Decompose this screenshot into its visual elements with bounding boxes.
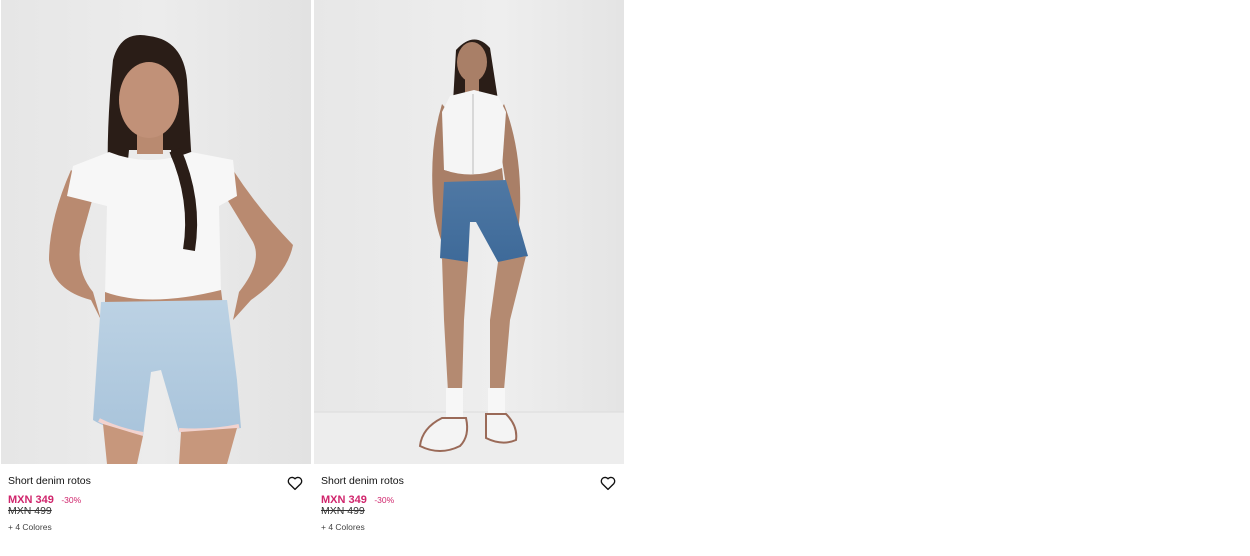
original-price: MXN 499 xyxy=(8,505,52,517)
original-price: MXN 499 xyxy=(321,505,365,517)
product-name[interactable]: Short denim rotos xyxy=(321,475,404,488)
product-card[interactable]: Short denim rotos MXN 349 -30% MXN 499 +… xyxy=(1,0,311,556)
more-colors-label[interactable]: + 4 Colores xyxy=(8,522,52,533)
more-colors-label[interactable]: + 4 Colores xyxy=(321,522,365,533)
product-card[interactable]: Short denim rotos MXN 349 -30% MXN 499 +… xyxy=(314,0,624,556)
product-grid: Short denim rotos MXN 349 -30% MXN 499 +… xyxy=(0,0,1250,556)
price-row: MXN 349 -30% xyxy=(321,490,395,506)
product-name[interactable]: Short denim rotos xyxy=(8,475,91,488)
discount-badge: -30% xyxy=(374,495,395,505)
heart-outline-icon[interactable] xyxy=(599,474,617,492)
product-info: Short denim rotos MXN 349 -30% MXN 499 +… xyxy=(1,464,311,556)
product-info: Short denim rotos MXN 349 -30% MXN 499 +… xyxy=(314,464,624,556)
price-row: MXN 349 -30% xyxy=(8,490,82,506)
product-image-link[interactable] xyxy=(314,0,624,464)
product-photo[interactable] xyxy=(1,0,311,464)
heart-outline-icon[interactable] xyxy=(286,474,304,492)
discount-badge: -30% xyxy=(61,495,82,505)
product-photo[interactable] xyxy=(314,0,624,464)
product-image-link[interactable] xyxy=(1,0,311,464)
